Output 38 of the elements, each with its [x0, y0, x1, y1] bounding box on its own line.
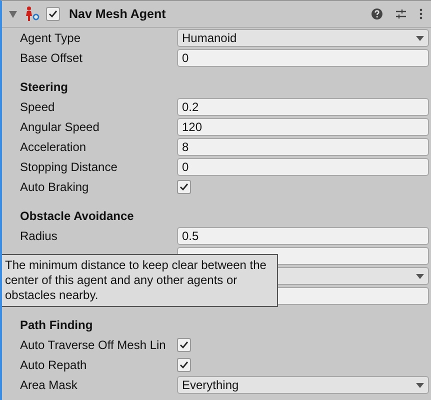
- property-label: Angular Speed: [20, 120, 100, 134]
- property-label: Radius: [20, 229, 58, 243]
- caret-icon: [416, 382, 424, 388]
- property-label: Auto Braking: [20, 180, 89, 194]
- tooltip: The minimum distance to keep clear between the center of this agent and any other agents or obstacles nearby.: [2, 254, 278, 307]
- checkbox[interactable]: [177, 358, 191, 372]
- property-label: Base Offset: [20, 51, 82, 65]
- property-label: Auto Repath: [20, 358, 87, 372]
- input-field[interactable]: 0: [177, 49, 429, 67]
- check-icon: [48, 9, 58, 19]
- help-icon[interactable]: [371, 8, 383, 20]
- property-label: Stopping Distance: [20, 160, 118, 174]
- settings-sliders-icon[interactable]: [395, 8, 407, 20]
- component-title: Nav Mesh Agent: [69, 7, 166, 21]
- input-field[interactable]: 120: [177, 118, 429, 136]
- dropdown[interactable]: Humanoid: [177, 29, 429, 47]
- dropdown[interactable]: Everything: [177, 376, 429, 394]
- enabled-checkbox[interactable]: [46, 7, 60, 21]
- checkbox[interactable]: [177, 180, 191, 194]
- input-field[interactable]: 8: [177, 138, 429, 156]
- input-field[interactable]: 0.5: [177, 227, 429, 245]
- property-label: Area Mask: [20, 378, 78, 392]
- more-options-icon[interactable]: [419, 8, 423, 20]
- caret-icon: [416, 36, 424, 40]
- section-heading: Obstacle Avoidance: [20, 208, 135, 225]
- section-heading: Steering: [20, 79, 70, 96]
- input-field[interactable]: 0: [177, 158, 429, 176]
- expand-triangle-icon[interactable]: [8, 9, 18, 19]
- checkbox[interactable]: [177, 338, 191, 352]
- section-heading: Path Finding: [20, 317, 94, 334]
- property-label: Auto Traverse Off Mesh Lin: [20, 338, 166, 352]
- property-label: Acceleration: [20, 140, 86, 154]
- input-field[interactable]: 0.2: [177, 98, 429, 116]
- check-icon: [179, 182, 189, 192]
- agent-figure-icon: [24, 6, 40, 22]
- property-label: Speed: [20, 100, 55, 114]
- caret-icon: [416, 274, 424, 278]
- property-label: Agent Type: [20, 31, 80, 45]
